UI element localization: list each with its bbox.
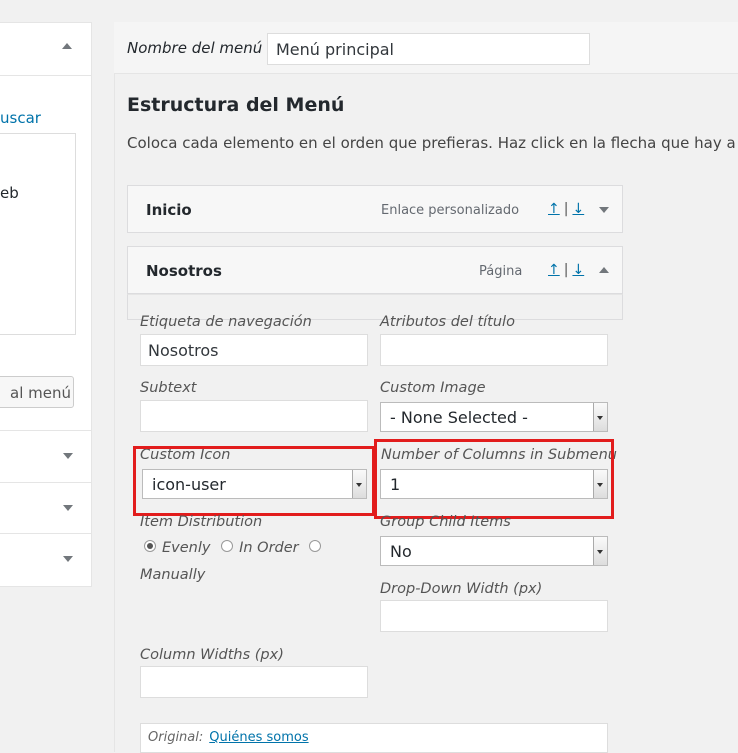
column-widths-label: Column Widths (px)	[140, 647, 284, 663]
menu-item-nosotros[interactable]: Nosotros Página ↑ | ↓	[127, 246, 623, 294]
dropdown-arrow-icon[interactable]	[593, 537, 607, 565]
item-distribution-label: Item Distribution	[140, 514, 263, 530]
menu-item-title: Nosotros	[146, 262, 222, 280]
add-to-menu-button[interactable]: al menú	[0, 376, 74, 408]
dropdown-arrow-icon[interactable]	[593, 403, 607, 431]
menu-item-type: Enlace personalizado	[381, 203, 520, 218]
title-attr-input[interactable]	[380, 334, 608, 366]
menu-item-inicio[interactable]: Inicio Enlace personalizado ↑ | ↓	[127, 185, 623, 233]
original-page-link[interactable]: Quiénes somos	[209, 730, 308, 745]
menu-name-label: Nombre del menú	[127, 39, 263, 57]
move-links: ↑ | ↓	[548, 262, 584, 278]
group-child-select[interactable]: No	[380, 536, 608, 566]
left-sidebar-panel: uscar eb al menú	[0, 22, 92, 587]
expand-arrow-icon[interactable]	[63, 453, 73, 459]
pages-listbox[interactable]	[0, 133, 76, 335]
collapse-arrow-icon[interactable]	[599, 267, 609, 273]
list-item-fragment[interactable]: eb	[0, 184, 19, 202]
title-attr-label: Atributos del título	[380, 314, 515, 330]
radio-evenly-label: Evenly	[162, 540, 211, 556]
move-down-link[interactable]: ↓	[572, 262, 584, 278]
move-separator: |	[563, 262, 569, 278]
nav-label-input[interactable]: Nosotros	[140, 334, 368, 366]
structure-description: Coloca cada elemento en el orden que pre…	[127, 134, 738, 152]
subtext-input[interactable]	[140, 400, 368, 432]
radio-in-order-label: In Order	[239, 540, 299, 556]
collapse-arrow-icon[interactable]	[62, 43, 72, 49]
structure-heading: Estructura del Menú	[127, 94, 345, 116]
menu-name-input[interactable]: Menú principal	[267, 33, 590, 65]
move-down-link[interactable]: ↓	[572, 201, 584, 217]
menu-item-title: Inicio	[146, 201, 192, 219]
radio-manually-label: Manually	[140, 567, 206, 583]
move-links: ↑ | ↓	[548, 201, 584, 217]
sidebar-accordion-row[interactable]	[0, 533, 91, 585]
custom-image-select[interactable]: - None Selected -	[380, 402, 608, 432]
radio-manually[interactable]	[309, 540, 322, 552]
menu-item-type: Página	[479, 264, 523, 279]
sidebar-section-header[interactable]	[0, 23, 91, 76]
original-link-box: Original: Quiénes somos	[140, 723, 608, 753]
column-widths-input[interactable]	[140, 666, 368, 698]
subtext-label: Subtext	[140, 380, 197, 396]
custom-icon-highlight	[133, 446, 375, 516]
nav-label-label: Etiqueta de navegación	[140, 314, 312, 330]
sidebar-accordion-row[interactable]	[0, 482, 91, 534]
move-up-link[interactable]: ↑	[548, 262, 560, 278]
radio-in-order[interactable]	[221, 540, 234, 552]
move-up-link[interactable]: ↑	[548, 201, 560, 217]
original-label: Original:	[148, 730, 204, 745]
num-columns-highlight	[374, 439, 614, 519]
expand-arrow-icon[interactable]	[63, 556, 73, 562]
radio-evenly[interactable]	[144, 540, 156, 552]
sidebar-accordion-row[interactable]	[0, 430, 91, 482]
item-distribution-options: Evenly In Order	[144, 540, 327, 556]
group-child-label: Group Child Items	[380, 514, 511, 530]
custom-image-value: - None Selected -	[390, 408, 528, 427]
expand-arrow-icon[interactable]	[599, 207, 609, 213]
group-child-value: No	[390, 542, 412, 561]
dropdown-width-label: Drop-Down Width (px)	[380, 581, 543, 597]
dropdown-width-input[interactable]	[380, 600, 608, 632]
expand-arrow-icon[interactable]	[63, 505, 73, 511]
search-link[interactable]: uscar	[0, 109, 41, 127]
move-separator: |	[563, 201, 569, 217]
custom-image-label: Custom Image	[380, 380, 486, 396]
